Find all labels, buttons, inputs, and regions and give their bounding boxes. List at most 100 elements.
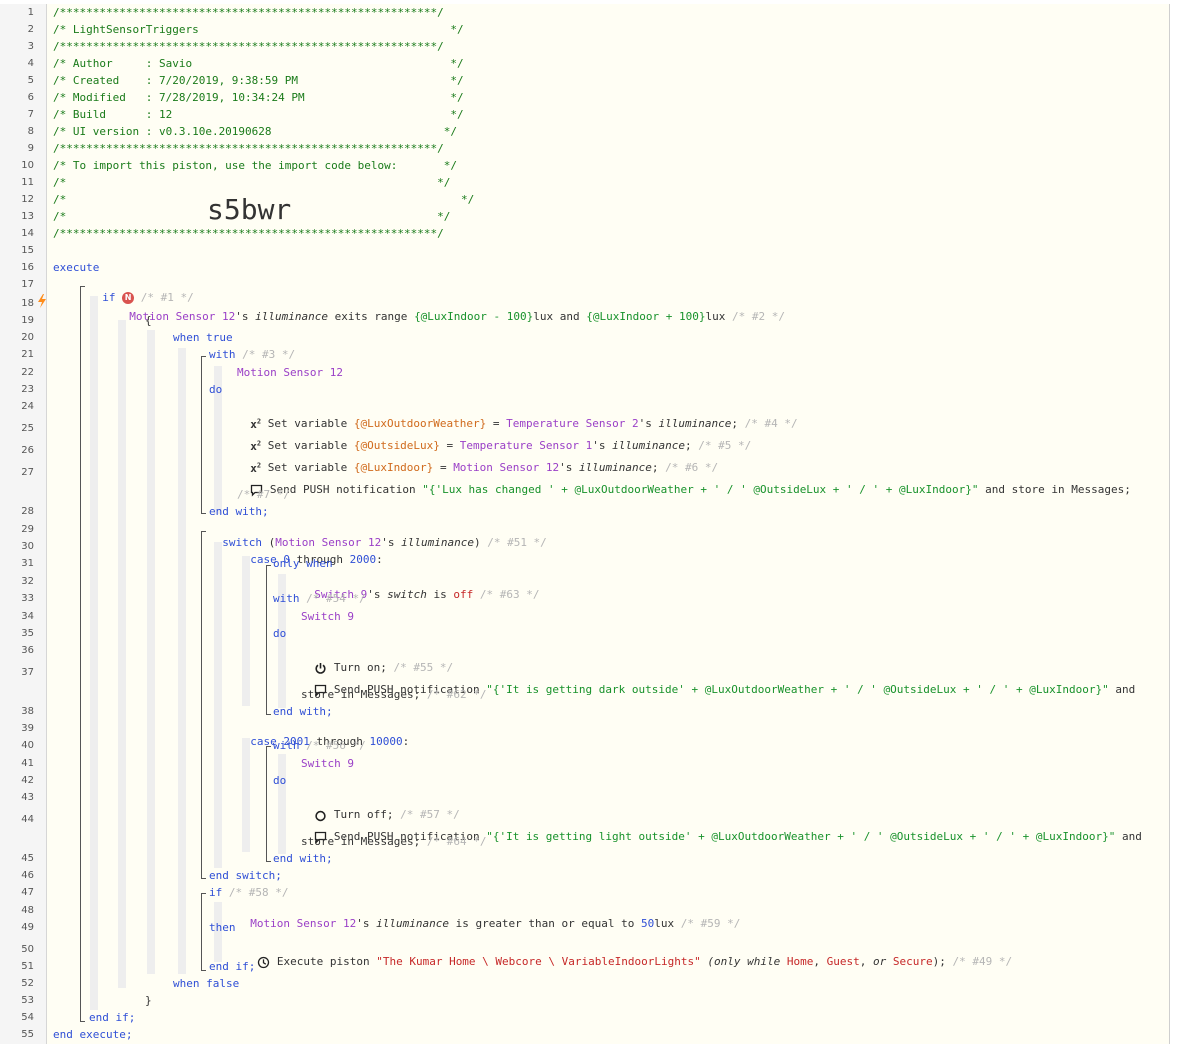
line-number: 43 — [21, 792, 34, 803]
line-number: 14 — [21, 228, 34, 239]
header-import-note: /* To import this piston, use the import… — [53, 159, 457, 172]
line-number: 20 — [21, 332, 34, 343]
lightning-bolt-icon — [38, 294, 46, 308]
line-number: 34 — [21, 611, 34, 622]
header-modified: /* Modified : 7/28/2019, 10:34:24 PM */ — [53, 91, 464, 104]
line-number: 19 — [21, 315, 34, 326]
line-number: 21 — [21, 349, 34, 360]
do-keyword: do — [209, 383, 223, 396]
line-number: 16 — [21, 262, 34, 273]
execute-start[interactable]: execute — [53, 261, 99, 274]
with-device-motion12[interactable]: Motion Sensor 12 — [237, 366, 343, 379]
line-number: 31 — [21, 558, 34, 569]
line-number: 51 — [21, 961, 34, 972]
header-blank: /* */ — [53, 176, 451, 189]
when-true[interactable]: when true — [173, 331, 233, 344]
line-number: 1 — [27, 7, 34, 18]
only-when[interactable]: only when — [273, 557, 333, 570]
header-title: /* LightSensorTriggers */ — [53, 23, 464, 36]
line-number: 37 — [21, 667, 34, 678]
line-number: 36 — [21, 645, 34, 656]
line-number: 46 — [21, 870, 34, 881]
statement-7-note: /* #7 */ — [237, 488, 290, 501]
line-number: 50 — [21, 944, 34, 955]
line-number: 2 — [27, 24, 34, 35]
brace-close: } — [145, 994, 152, 1007]
bracket-if-58 — [201, 893, 206, 971]
then-keyword: then — [209, 921, 236, 934]
line-number: 25 — [21, 423, 34, 434]
line-number: 40 — [21, 740, 34, 751]
end-switch: end switch; — [209, 869, 282, 882]
with-block-3[interactable]: with /* #3 */ — [209, 348, 295, 361]
line-number: 24 — [21, 401, 34, 412]
bracket-if-1 — [80, 286, 85, 1022]
with-block-56[interactable]: with /* #56 */ — [273, 739, 366, 752]
line-number: 47 — [21, 887, 34, 898]
end-with: end with; — [273, 705, 333, 718]
line-number: 8 — [27, 126, 34, 137]
line-number: 18 — [21, 298, 34, 309]
indent-guide — [278, 754, 286, 854]
line-number: 5 — [27, 75, 34, 86]
line-number: 4 — [27, 58, 34, 69]
line-number: 27 — [21, 467, 34, 478]
indent-guide — [118, 320, 126, 988]
line-number: 53 — [21, 995, 34, 1006]
line-number: 9 — [27, 143, 34, 154]
header-code-prefix: /* — [53, 193, 67, 206]
line-number: 10 — [21, 160, 34, 171]
if-statement-58[interactable]: if /* #58 */ — [209, 886, 288, 899]
bracket-case-1 — [266, 565, 271, 715]
when-false[interactable]: when false — [173, 977, 239, 990]
statement-62-cont: store in Messages; /* #62 */ — [301, 688, 487, 701]
line-number: 38 — [21, 706, 34, 717]
line-number: 13 — [21, 211, 34, 222]
line-number: 11 — [21, 177, 34, 188]
line-number: 52 — [21, 978, 34, 989]
end-with: end with; — [273, 852, 333, 865]
header-border: /***************************************… — [53, 6, 444, 19]
line-number: 35 — [21, 628, 34, 639]
indent-guide — [147, 330, 155, 974]
indent-guide — [178, 348, 186, 974]
end-with: end with; — [209, 505, 269, 518]
line-number: 12 — [21, 194, 34, 205]
line-number: 26 — [21, 445, 34, 456]
line-number: 23 — [21, 384, 34, 395]
end-if: end if; — [89, 1011, 136, 1024]
line-number: 15 — [21, 245, 34, 256]
with-device-switch9[interactable]: Switch 9 — [301, 757, 354, 770]
line-number: 42 — [21, 775, 34, 786]
line-number: 48 — [21, 905, 34, 916]
line-number: 49 — [21, 922, 34, 933]
statement-64-cont: store in Messages; /* #64 */ — [301, 835, 487, 848]
header-blank: /* */ — [53, 210, 451, 223]
line-number: 22 — [21, 367, 34, 378]
line-number: 17 — [21, 279, 34, 290]
do-keyword: do — [273, 627, 287, 640]
indent-guide — [214, 542, 222, 868]
header-created: /* Created : 7/20/2019, 9:38:59 PM */ — [53, 74, 464, 87]
header-ui-version: /* UI version : v0.3.10e.20190628 */ — [53, 125, 457, 138]
with-device-switch9[interactable]: Switch 9 — [301, 610, 354, 623]
end-if: end if; — [209, 960, 256, 973]
line-number: 55 — [21, 1029, 34, 1040]
indent-guide — [242, 556, 250, 706]
do-keyword: do — [273, 774, 287, 787]
clock-icon — [258, 956, 270, 968]
statement-49[interactable]: Execute piston "The Kumar Home \ Webcore… — [244, 942, 1012, 969]
bracket-with-3 — [201, 356, 206, 514]
brace-open: { — [145, 314, 152, 327]
line-number: 45 — [21, 853, 34, 864]
bracket-case-2 — [266, 746, 271, 862]
condition-59[interactable]: Motion Sensor 12's illuminance is greate… — [237, 904, 740, 930]
line-number: 28 — [21, 506, 34, 517]
condition-2[interactable]: Motion Sensor 12's illuminance exits ran… — [116, 297, 785, 323]
header-build: /* Build : 12 */ — [53, 108, 464, 121]
with-block-54[interactable]: with /* #54 */ — [273, 592, 366, 605]
line-number: 41 — [21, 758, 34, 769]
statement-7[interactable]: Send PUSH notification "{'Lux has change… — [237, 470, 1131, 497]
line-number: 32 — [21, 576, 34, 587]
line-number: 54 — [21, 1012, 34, 1023]
